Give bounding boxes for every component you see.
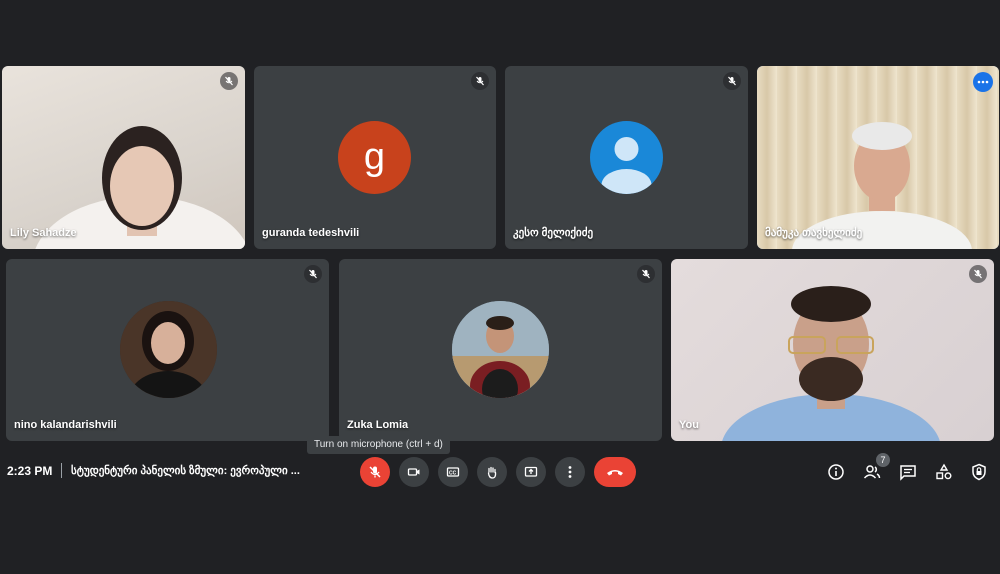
chat-button[interactable] [897,461,919,483]
avatar [452,301,549,398]
muted-mic-icon [969,265,987,283]
chat-icon [900,465,916,481]
self-video [671,259,994,441]
present-icon [524,466,538,477]
mic-toggle-button[interactable] [360,457,390,487]
participant-tile-lily[interactable]: Lily Sahadze [2,66,245,249]
leave-call-button[interactable] [594,457,636,487]
profile-photo [120,301,217,398]
divider [61,463,62,478]
host-controls-icon [972,463,986,481]
host-controls-button[interactable] [968,461,990,483]
profile-photo [452,301,549,398]
captions-button[interactable]: CC [438,457,468,487]
captions-icon: CC [446,467,460,477]
person-video-figure [792,122,972,249]
participant-name: nino kalandarishvili [14,419,117,431]
muted-mic-icon [304,265,322,283]
participant-tile-guranda[interactable]: g guranda tedeshvili [254,66,496,249]
raise-hand-icon [487,466,497,479]
avatar-letter: g [363,136,386,178]
more-options-icon[interactable] [973,72,993,92]
present-button[interactable] [516,457,546,487]
meeting-details-button[interactable] [825,461,847,483]
avatar: g [338,121,411,194]
muted-mic-icon [471,72,489,90]
participant-name: Zuka Lomia [347,419,409,431]
participant-tile-nino[interactable]: nino kalandarishvili [6,259,329,441]
info-icon [828,464,844,480]
participant-name: კესო მელიქიძე [513,227,594,239]
person-icon [601,137,652,194]
person-video-figure [722,286,940,441]
participant-tile-zuka[interactable]: Zuka Lomia [339,259,662,441]
camera-toggle-button[interactable] [399,457,429,487]
activities-button[interactable] [933,461,955,483]
participant-video [757,66,999,249]
person-video-figure [35,126,245,249]
muted-mic-icon [220,72,238,90]
avatar [590,121,663,194]
more-options-button[interactable] [555,457,585,487]
muted-mic-icon [723,72,741,90]
hang-up-icon [607,470,623,476]
raise-hand-button[interactable] [477,457,507,487]
tooltip: Turn on microphone (ctrl + d) [307,436,450,454]
participant-count-badge: 7 [876,453,890,467]
people-button[interactable]: 7 [861,453,890,483]
activities-icon [936,463,952,480]
bottom-toolbar: 2:23 PM სტუდენტური პანელის ზმული: ევროპუ… [0,453,1000,489]
clock: 2:23 PM [7,464,53,478]
participant-video [2,66,245,249]
participant-name: მამუკა თავხელიძე [765,227,863,239]
muted-mic-icon [637,265,655,283]
meeting-title: სტუდენტური პანელის ზმული: ევროპული ... [71,465,300,477]
participant-name: Lily Sahadze [10,227,77,239]
mic-off-icon [369,466,381,478]
participant-tile-keso[interactable]: კესო მელიქიძე [505,66,748,249]
camera-icon [407,468,420,476]
participant-tile-mamuka[interactable]: მამუკა თავხელიძე [757,66,999,249]
participant-name: guranda tedeshvili [262,227,360,239]
participant-tile-you[interactable]: You [671,259,994,441]
avatar [120,301,217,398]
participant-name: You [679,419,699,431]
more-vert-icon [568,466,572,478]
svg-text:CC: CC [449,470,457,476]
